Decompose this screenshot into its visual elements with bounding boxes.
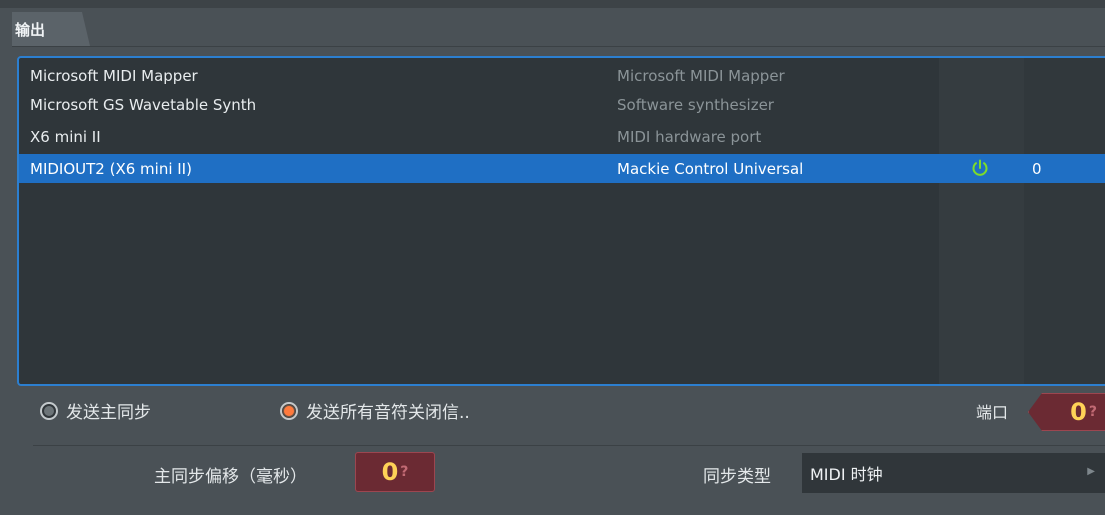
tab-output[interactable]: 输出 — [12, 12, 90, 46]
send-master-sync-option[interactable]: 发送主同步 — [40, 398, 151, 423]
device-row[interactable]: Microsoft GS Wavetable Synth Software sy… — [19, 90, 1105, 119]
device-name: X6 mini II — [30, 127, 101, 146]
device-controller: Mackie Control Universal — [617, 159, 804, 178]
device-row[interactable]: X6 mini II MIDI hardware port — [19, 122, 1105, 151]
device-name: Microsoft MIDI Mapper — [30, 66, 198, 85]
port-label: 端口 — [976, 403, 1009, 422]
radio-icon[interactable] — [280, 401, 298, 420]
sync-offset-label: 主同步偏移（毫秒） — [154, 467, 307, 487]
device-controller: MIDI hardware port — [617, 127, 762, 146]
sync-type-select[interactable]: MIDI 时钟 ▶ — [802, 453, 1105, 493]
port-number-control[interactable]: 0? — [1028, 393, 1105, 431]
sync-type-value: MIDI 时钟 — [810, 465, 883, 484]
device-name: MIDIOUT2 (X6 mini II) — [30, 159, 192, 178]
sync-offset-control[interactable]: 0? — [355, 452, 435, 492]
power-icon[interactable] — [970, 158, 990, 182]
send-master-sync-label: 发送主同步 — [66, 403, 151, 423]
send-all-notes-off-option[interactable]: 发送所有音符关闭信.. — [280, 398, 470, 423]
spinner-icon: ? — [400, 464, 409, 480]
device-row[interactable]: Microsoft MIDI Mapper Microsoft MIDI Map… — [19, 61, 1105, 90]
device-row-selected[interactable]: MIDIOUT2 (X6 mini II) Mackie Control Uni… — [19, 154, 1105, 183]
spinner-icon: ? — [1088, 404, 1097, 420]
radio-icon[interactable] — [40, 401, 58, 420]
tab-output-label: 输出 — [15, 20, 46, 39]
port-value: 0 — [1070, 398, 1087, 426]
tab-underline — [12, 46, 1105, 47]
divider — [33, 445, 1105, 446]
chevron-right-icon: ▶ — [1087, 466, 1095, 477]
device-controller: Software synthesizer — [617, 95, 774, 114]
device-port: 0 — [1032, 159, 1042, 178]
device-controller: Microsoft MIDI Mapper — [617, 66, 785, 85]
send-all-notes-off-label: 发送所有音符关闭信.. — [306, 403, 470, 423]
top-strip — [0, 0, 1105, 8]
output-device-list[interactable]: Microsoft MIDI Mapper Microsoft MIDI Map… — [17, 56, 1105, 386]
sync-offset-value: 0 — [381, 458, 399, 486]
sync-type-label: 同步类型 — [703, 467, 771, 487]
device-name: Microsoft GS Wavetable Synth — [30, 95, 257, 114]
